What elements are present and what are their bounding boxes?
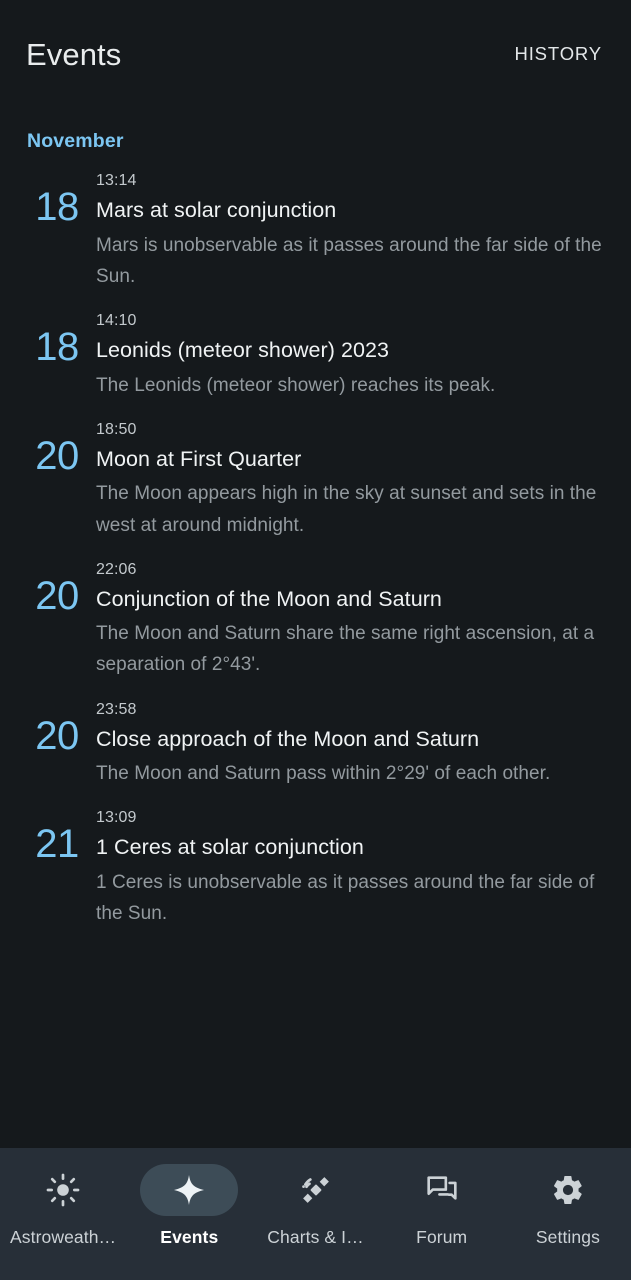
app-bar: Events HISTORY bbox=[0, 0, 631, 108]
app-root: Events HISTORY November 18 13:14 Mars at s… bbox=[0, 0, 631, 1280]
event-row[interactable]: 21 13:09 1 Ceres at solar conjunction 1 Cer… bbox=[0, 806, 631, 929]
event-row[interactable]: 20 22:06 Conjunction of the Moon and Satur… bbox=[0, 558, 631, 681]
event-day: 18 bbox=[35, 325, 79, 370]
event-description: The Moon and Saturn pass within 2°29' of… bbox=[96, 763, 551, 785]
event-description: The Moon appears high in the sky at suns… bbox=[96, 483, 597, 536]
nav-item-chartsi[interactable]: Charts & I… bbox=[252, 1164, 378, 1248]
event-day: 20 bbox=[35, 433, 79, 478]
event-title: Mars at solar conjunction bbox=[96, 198, 337, 223]
event-title: Moon at First Quarter bbox=[96, 446, 302, 471]
event-time: 18:50 bbox=[96, 420, 137, 438]
event-time: 23:58 bbox=[96, 700, 137, 718]
event-description: The Leonids (meteor shower) reaches its … bbox=[96, 374, 496, 396]
event-time: 22:06 bbox=[96, 560, 137, 578]
gear-icon[interactable] bbox=[519, 1164, 617, 1216]
nav-item-settings[interactable]: Settings bbox=[505, 1164, 631, 1248]
event-title: 1 Ceres at solar conjunction bbox=[96, 835, 364, 860]
event-row[interactable]: 20 23:58 Close approach of the Moon and Sa… bbox=[0, 698, 631, 790]
event-body: 18:50 Moon at First Quarter The Moon appea… bbox=[96, 418, 607, 541]
event-time: 13:14 bbox=[96, 172, 137, 190]
event-title: Conjunction of the Moon and Saturn bbox=[96, 586, 442, 611]
event-title: Close approach of the Moon and Saturn bbox=[96, 726, 480, 751]
event-description: 1 Ceres is unobservable as it passes aro… bbox=[96, 871, 595, 924]
event-body: 14:10 Leonids (meteor shower) 2023 The Leo… bbox=[96, 309, 607, 401]
event-time: 14:10 bbox=[96, 312, 137, 330]
nav-item-label: Settings bbox=[535, 1227, 600, 1247]
events-list: 18 13:14 Mars at solar conjunction Mars is … bbox=[0, 169, 631, 929]
nav-item-label: Charts & I… bbox=[267, 1227, 364, 1247]
event-day: 18 bbox=[35, 185, 79, 230]
nav-item-label: Astroweath… bbox=[10, 1227, 117, 1247]
event-row[interactable]: 18 14:10 Leonids (meteor shower) 2023 The L… bbox=[0, 309, 631, 401]
event-day: 20 bbox=[35, 713, 79, 758]
satellite-icon[interactable] bbox=[267, 1164, 365, 1216]
chat-bubbles-icon[interactable] bbox=[393, 1164, 491, 1216]
star-icon[interactable] bbox=[140, 1164, 239, 1216]
nav-item-label: Events bbox=[160, 1227, 219, 1247]
event-description: The Moon and Saturn share the same right… bbox=[96, 623, 595, 676]
events-scroll-area[interactable]: November 18 13:14 Mars at solar conjunctio… bbox=[0, 108, 631, 1148]
page-title: Events bbox=[26, 36, 122, 72]
event-body: 23:58 Close approach of the Moon and Satu… bbox=[96, 698, 607, 790]
event-body: 13:14 Mars at solar conjunction Mars is un… bbox=[96, 169, 607, 292]
event-body: 13:09 1 Ceres at solar conjunction 1 Ceres… bbox=[96, 806, 607, 929]
event-day: 21 bbox=[35, 822, 79, 867]
event-day: 20 bbox=[35, 573, 79, 618]
event-body: 22:06 Conjunction of the Moon and Saturn T… bbox=[96, 558, 607, 681]
event-row[interactable]: 20 18:50 Moon at First Quarter The Moon app… bbox=[0, 418, 631, 541]
event-title: Leonids (meteor shower) 2023 bbox=[96, 338, 390, 363]
nav-item-label: Forum bbox=[416, 1227, 468, 1247]
event-description: Mars is unobservable as it passes around… bbox=[96, 234, 602, 288]
event-time: 13:09 bbox=[96, 809, 137, 827]
nav-item-events[interactable]: Events bbox=[126, 1164, 252, 1248]
event-row[interactable]: 18 13:14 Mars at solar conjunction Mars is … bbox=[0, 169, 631, 292]
nav-item-astroweath[interactable]: Astroweath… bbox=[0, 1164, 126, 1248]
bottom-navigation-bar: Astroweath… Events Charts & I… Forum Setting… bbox=[0, 1148, 631, 1280]
month-header: November bbox=[27, 130, 124, 152]
sun-icon[interactable] bbox=[14, 1164, 112, 1216]
history-button[interactable]: HISTORY bbox=[510, 35, 606, 73]
nav-item-forum[interactable]: Forum bbox=[379, 1164, 505, 1248]
